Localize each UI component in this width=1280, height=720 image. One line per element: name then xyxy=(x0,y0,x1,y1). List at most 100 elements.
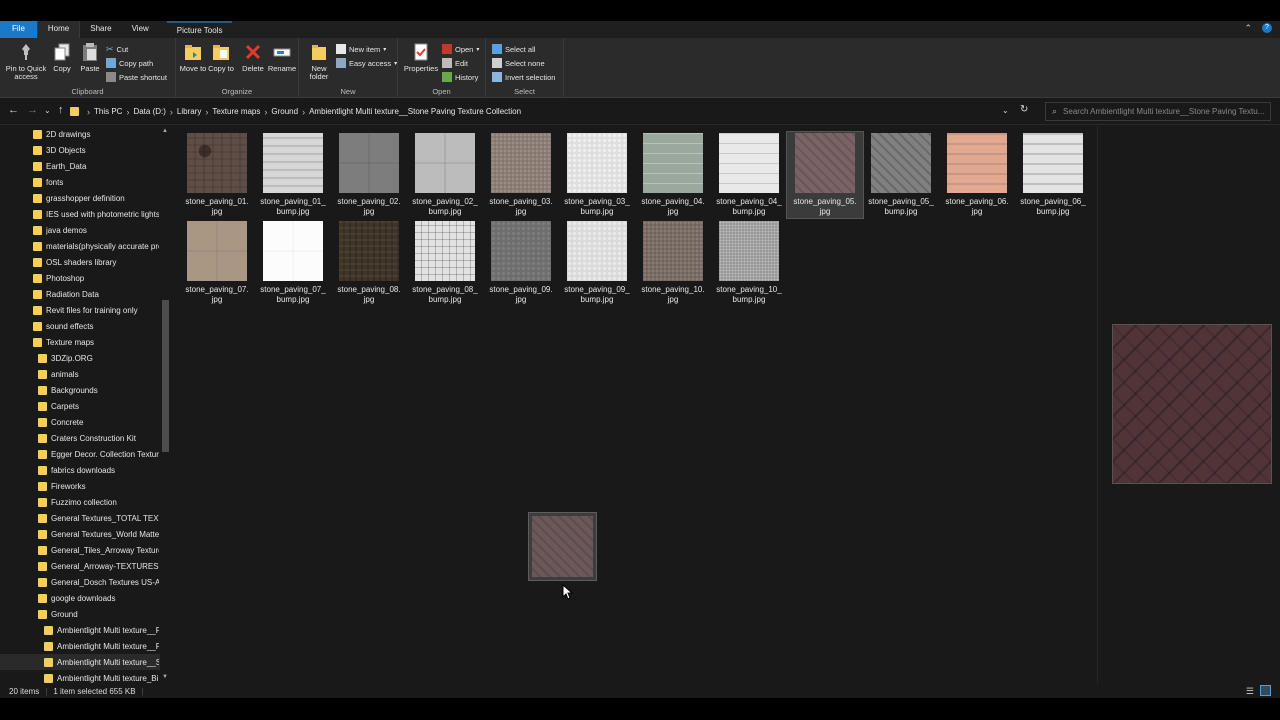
sidebar-item[interactable]: OSL shaders library xyxy=(0,254,160,270)
details-view-icon[interactable]: ☰ xyxy=(1246,686,1254,697)
history-button[interactable]: History xyxy=(442,71,478,83)
sidebar-item[interactable]: General_Arroway-TEXTURES-ED xyxy=(0,558,160,574)
chevron-up-icon[interactable]: ⌃ xyxy=(1244,23,1252,34)
sidebar-item[interactable]: Photoshop xyxy=(0,270,160,286)
tab-picture-tools[interactable]: Picture Tools xyxy=(166,21,233,38)
copy-path-button[interactable]: Copy path xyxy=(106,57,153,69)
sidebar-item[interactable]: Earth_Data xyxy=(0,158,160,174)
sidebar-item[interactable]: Fuzzimo collection xyxy=(0,494,160,510)
sidebar-item[interactable]: google downloads xyxy=(0,590,160,606)
tab-home[interactable]: Home xyxy=(36,21,81,38)
sidebar-item[interactable]: Egger Decor. Collection Texture xyxy=(0,446,160,462)
large-icons-view-icon[interactable] xyxy=(1260,685,1271,696)
address-dropdown-icon[interactable]: ⌄ xyxy=(1002,106,1009,115)
sidebar-scrollbar-thumb[interactable] xyxy=(162,300,169,452)
breadcrumb-texture-maps[interactable]: Texture maps xyxy=(210,107,262,116)
sidebar-item[interactable]: General Textures_World Matter xyxy=(0,526,160,542)
tab-share[interactable]: Share xyxy=(80,21,121,38)
select-none-button[interactable]: Select none xyxy=(492,57,545,69)
paste-shortcut-button[interactable]: Paste shortcut xyxy=(106,71,167,83)
sidebar-item[interactable]: Ground xyxy=(0,606,160,622)
select-all-button[interactable]: Select all xyxy=(492,43,535,55)
sidebar-item[interactable]: Texture maps xyxy=(0,334,160,350)
breadcrumb-ground[interactable]: Ground xyxy=(269,107,300,116)
file-item[interactable]: stone_paving_10. jpg xyxy=(635,220,711,306)
file-item[interactable]: stone_paving_02. jpg xyxy=(331,132,407,218)
up-arrow-icon[interactable]: ↑ xyxy=(58,104,64,116)
file-item[interactable]: stone_paving_01. jpg xyxy=(179,132,255,218)
sidebar-item[interactable]: Ambientlight Multi texture_Bi xyxy=(0,670,160,684)
sidebar-item[interactable]: java demos xyxy=(0,222,160,238)
sidebar-item[interactable]: Ambientlight Multi texture__S xyxy=(0,654,160,670)
sidebar-item[interactable]: sound effects xyxy=(0,318,160,334)
edit-button[interactable]: Edit xyxy=(442,57,468,69)
search-box[interactable]: ⌕ Search Ambientlight Multi texture__Sto… xyxy=(1045,102,1271,121)
sidebar-item[interactable]: fabrics downloads xyxy=(0,462,160,478)
tab-file[interactable]: File xyxy=(0,21,37,38)
sidebar-item[interactable]: 2D drawings xyxy=(0,126,160,142)
preview-pane-divider[interactable] xyxy=(1097,126,1098,684)
sidebar-item[interactable]: animals xyxy=(0,366,160,382)
file-item[interactable]: stone_paving_01_ bump.jpg xyxy=(255,132,331,218)
sidebar-item[interactable]: Fireworks xyxy=(0,478,160,494)
rename-button[interactable]: Rename xyxy=(267,42,297,73)
file-item[interactable]: stone_paving_05_ bump.jpg xyxy=(863,132,939,218)
file-item[interactable]: stone_paving_02_ bump.jpg xyxy=(407,132,483,218)
new-folder-button[interactable]: New folder xyxy=(304,42,334,81)
refresh-icon[interactable]: ↻ xyxy=(1020,104,1028,115)
file-item[interactable]: stone_paving_09. jpg xyxy=(483,220,559,306)
file-item[interactable]: stone_paving_04. jpg xyxy=(635,132,711,218)
properties-button[interactable]: Properties xyxy=(402,42,440,73)
sidebar-item[interactable]: General_Dosch Textures US-Arc xyxy=(0,574,160,590)
breadcrumb-this-pc[interactable]: This PC xyxy=(92,107,124,116)
sidebar-item[interactable]: General_Tiles_Arroway Textures xyxy=(0,542,160,558)
file-item[interactable]: stone_paving_07. jpg xyxy=(179,220,255,306)
sidebar-item[interactable]: General Textures_TOTAL TEXTUF xyxy=(0,510,160,526)
forward-arrow-icon[interactable]: → xyxy=(27,104,38,116)
move-to-button[interactable]: Move to xyxy=(178,42,208,73)
file-item[interactable]: stone_paving_05. jpg xyxy=(786,131,864,219)
delete-button[interactable]: Delete xyxy=(238,42,268,73)
easy-access-button[interactable]: Easy access ▾ xyxy=(336,57,397,69)
sidebar-item[interactable]: 3D Objects xyxy=(0,142,160,158)
paste-button[interactable]: Paste xyxy=(76,42,104,73)
file-item[interactable]: stone_paving_06. jpg xyxy=(939,132,1015,218)
back-arrow-icon[interactable]: ← xyxy=(8,104,19,116)
sidebar-item[interactable]: Ambientlight Multi texture__F xyxy=(0,622,160,638)
copy-button[interactable]: Copy xyxy=(48,42,76,73)
breadcrumb-current-folder[interactable]: Ambientlight Multi texture__Stone Paving… xyxy=(307,107,523,116)
sidebar-item[interactable]: materials(physically accurate pre xyxy=(0,238,160,254)
recent-chevron-down-icon[interactable]: ⌄ xyxy=(44,106,51,115)
file-item[interactable]: stone_paving_10_ bump.jpg xyxy=(711,220,787,306)
sidebar-item[interactable]: Carpets xyxy=(0,398,160,414)
scroll-up-arrow-icon[interactable]: ▲ xyxy=(162,128,168,134)
help-icon[interactable]: ? xyxy=(1262,23,1272,33)
file-item[interactable]: stone_paving_03. jpg xyxy=(483,132,559,218)
pin-quick-access-button[interactable]: Pin to Quick access xyxy=(4,42,48,81)
file-item[interactable]: stone_paving_06_ bump.jpg xyxy=(1015,132,1091,218)
file-item[interactable]: stone_paving_07_ bump.jpg xyxy=(255,220,331,306)
file-item[interactable]: stone_paving_08_ bump.jpg xyxy=(407,220,483,306)
sidebar-item[interactable]: Backgrounds xyxy=(0,382,160,398)
invert-selection-button[interactable]: Invert selection xyxy=(492,71,555,83)
sidebar-item[interactable]: Revit files for training only xyxy=(0,302,160,318)
file-item[interactable]: stone_paving_03_ bump.jpg xyxy=(559,132,635,218)
cut-button[interactable]: ✂ Cut xyxy=(106,43,128,55)
breadcrumb-data-drive[interactable]: Data (D:) xyxy=(131,107,167,116)
sidebar-item[interactable]: Craters Construction Kit xyxy=(0,430,160,446)
file-item[interactable]: stone_paving_08. jpg xyxy=(331,220,407,306)
address-bar[interactable]: › This PC › Data (D:) › Library › Textur… xyxy=(70,102,1040,121)
file-item[interactable]: stone_paving_04_ bump.jpg xyxy=(711,132,787,218)
sidebar-item[interactable]: Radiation Data xyxy=(0,286,160,302)
sidebar-item[interactable]: grasshopper definition xyxy=(0,190,160,206)
open-button[interactable]: Open ▾ xyxy=(442,43,479,55)
scroll-down-arrow-icon[interactable]: ▼ xyxy=(162,674,168,680)
tab-view[interactable]: View xyxy=(122,21,159,38)
sidebar-item[interactable]: 3DZip.ORG xyxy=(0,350,160,366)
sidebar-item[interactable]: fonts xyxy=(0,174,160,190)
sidebar-item[interactable]: Ambientlight Multi texture__F xyxy=(0,638,160,654)
sidebar-item[interactable]: IES used with photometric lights xyxy=(0,206,160,222)
breadcrumb-library[interactable]: Library xyxy=(175,107,203,116)
sidebar-item[interactable]: Concrete xyxy=(0,414,160,430)
new-item-button[interactable]: New item ▾ xyxy=(336,43,386,55)
